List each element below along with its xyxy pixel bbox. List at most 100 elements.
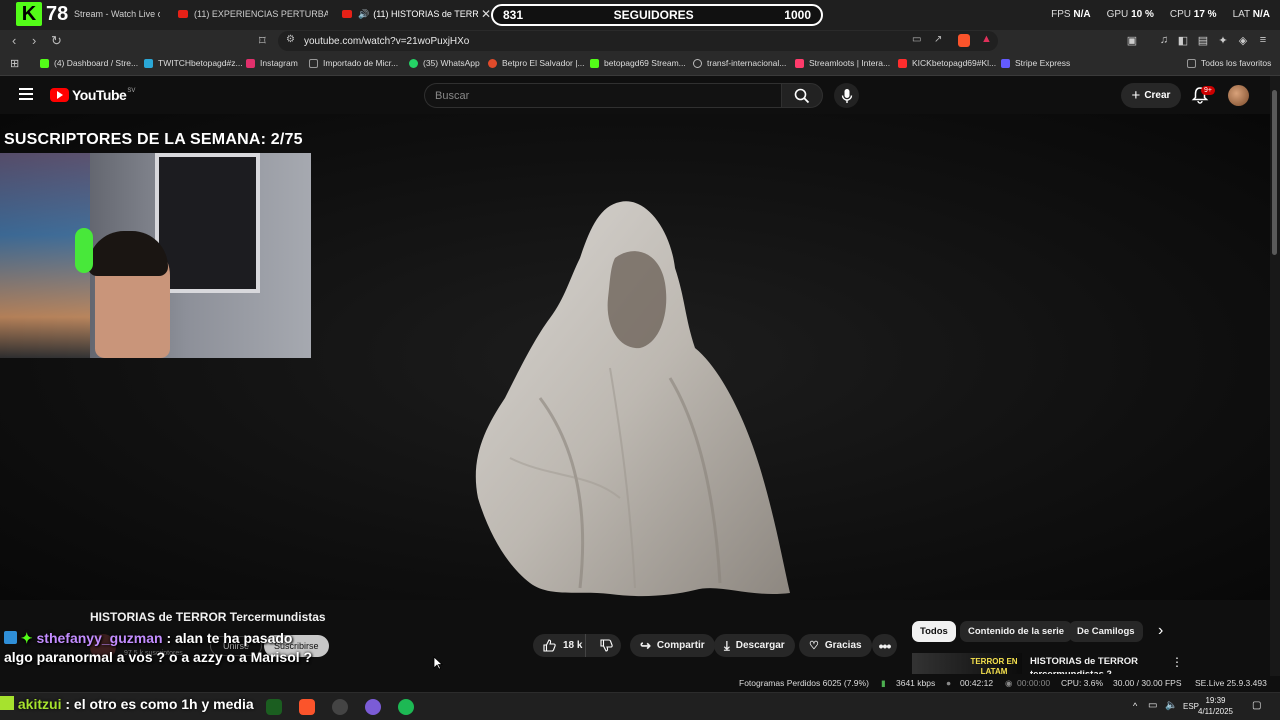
follower-target: 1000 (784, 8, 811, 22)
extensions-icon[interactable]: ✦ (1216, 33, 1230, 47)
bookmark-item[interactable]: betopagd69 Stream... (590, 58, 686, 68)
tab-experiencias[interactable]: (11) EXPERIENCIAS PERTURBADORAS (178, 4, 328, 24)
share-icon[interactable]: ↗ (934, 34, 942, 45)
wallet-icon[interactable]: ▤ (1196, 33, 1210, 47)
back-icon[interactable]: ‹ (12, 33, 16, 48)
bookmark-item[interactable]: Betpro El Salvador |... (488, 58, 585, 68)
forward-icon[interactable]: › (32, 33, 36, 48)
tab-label: (11) EXPERIENCIAS PERTURBADORAS (194, 9, 328, 19)
stream-time: 00:00:00 (1017, 678, 1051, 688)
download-icon: ⤓ (724, 637, 730, 653)
dislike-button[interactable] (592, 634, 622, 657)
tab-historias-active[interactable]: 🔊 (11) HISTORIAS de TERROR T (342, 4, 478, 24)
bookmark-label: TWITCHbetopagd#z... (158, 58, 243, 68)
obs-icon[interactable] (332, 699, 348, 715)
network-icon[interactable]: ▭ (1148, 700, 1157, 711)
thumbs-up-icon (543, 639, 556, 652)
bookmarks-bar: ⊞ (4) Dashboard / Stre... TWITCHbetopagd… (0, 52, 1280, 76)
bookmark-item[interactable]: Importado de Micr... (309, 58, 398, 68)
dropped-frames: Fotogramas Perdidos 6025 (7.9%) (739, 678, 869, 688)
chip-series-content[interactable]: Contenido de la serie (960, 621, 1073, 642)
site-info-icon[interactable]: ⚙ (286, 34, 295, 45)
green-headphones (75, 228, 93, 273)
hamburger-menu-icon[interactable] (19, 88, 33, 100)
lat-stat: LAT N/A (1233, 9, 1270, 20)
spotify-icon[interactable] (398, 699, 414, 715)
bookmark-item[interactable]: TWITCHbetopagd#z... (144, 58, 243, 68)
like-button[interactable]: 18 k (533, 634, 586, 657)
scrollbar-thumb[interactable] (1272, 90, 1277, 255)
clock-time: 19:39 (1205, 696, 1226, 705)
reload-icon[interactable]: ↻ (51, 33, 62, 49)
lat-label: LAT (1232, 9, 1250, 20)
cpu-label: CPU (1169, 9, 1191, 20)
url-field[interactable]: ⚙ youtube.com/watch?v=21woPuxjHXo ▭ ↗ ▲ (278, 31, 998, 51)
share-button[interactable]: ↪ Compartir (630, 634, 715, 657)
nvidia-icon[interactable] (266, 699, 282, 715)
globe-icon (693, 58, 702, 68)
chat-text: : el otro es como 1h y media (61, 696, 254, 712)
webcam-overlay (0, 153, 311, 358)
kick-logo-icon: K (16, 2, 42, 26)
country-code: SV (127, 88, 136, 94)
notification-center-icon[interactable]: ▢ (1252, 700, 1261, 711)
bookmark-favicon-icon (246, 58, 255, 68)
reading-mode-icon[interactable]: ◧ (1176, 33, 1190, 47)
account-avatar[interactable] (1228, 85, 1249, 106)
url-text: youtube.com/watch?v=21woPuxjHXo (304, 35, 470, 47)
youtube-wordmark: YouTube (72, 87, 127, 103)
search-button[interactable] (781, 83, 823, 108)
media-icon[interactable]: ♫ (1157, 33, 1171, 47)
thanks-label: Gracias (824, 640, 862, 651)
bookmark-item[interactable]: Instagram (246, 58, 298, 68)
chip-all[interactable]: Todos (912, 621, 956, 642)
youtube-favicon-icon (178, 10, 188, 18)
brave-rewards-icon[interactable]: ▲ (981, 33, 992, 45)
voice-search-button[interactable] (834, 83, 859, 108)
bookmark-item[interactable]: Streamloots | Intera... (795, 58, 890, 68)
bookmark-item[interactable]: KICKbetopagd69#Kl... (898, 58, 996, 68)
vpn-icon[interactable]: ◈ (1236, 33, 1250, 47)
menu-icon[interactable]: ≡ (1256, 33, 1270, 47)
record-time: 00:42:12 (960, 678, 994, 688)
chip-from-camilogs[interactable]: De Camilogs (1069, 621, 1143, 642)
follower-current: 831 (503, 8, 524, 22)
tray-chevron-icon[interactable]: ^ (1133, 701, 1137, 711)
tab-label: Stream - Watch Live on (74, 9, 160, 19)
apps-grid-icon[interactable]: ⊞ (10, 57, 19, 70)
create-button[interactable]: + Crear (1121, 83, 1181, 108)
more-vertical-icon[interactable]: ⋮ (1171, 655, 1183, 669)
system-clock[interactable]: 19:39 4/11/2025 (1198, 695, 1233, 717)
sidebar-icon[interactable]: ▣ (1125, 33, 1139, 47)
close-tab-icon[interactable]: ✕ (481, 7, 491, 21)
brave-shield-icon[interactable] (958, 34, 970, 47)
bookmark-label: Importado de Micr... (323, 58, 399, 68)
all-favorites-folder[interactable]: Todos los favoritos (1187, 58, 1271, 68)
thanks-button[interactable]: ♡ Gracias (799, 634, 872, 657)
more-actions-button[interactable]: ••• (872, 634, 897, 657)
chevron-right-icon[interactable]: › (1158, 622, 1163, 640)
bookmark-page-icon[interactable]: ⌑ (259, 33, 266, 49)
gpu-label: GPU (1106, 9, 1129, 20)
kick-follower-overlay: K 78 (16, 2, 68, 26)
bookmark-item[interactable]: transf-internacional... (693, 58, 786, 68)
cpu-value: 17 % (1193, 9, 1217, 20)
all-favorites-label: Todos los favoritos (1201, 58, 1272, 68)
notification-count-badge: 9+ (1201, 86, 1215, 95)
bookmark-item[interactable]: (4) Dashboard / Stre... (40, 58, 138, 68)
windows-start-icon[interactable] (0, 696, 14, 710)
search-input[interactable] (424, 83, 782, 108)
brave-browser-icon[interactable] (299, 699, 315, 715)
follower-label: SEGUIDORES (613, 8, 694, 22)
bookmark-item[interactable]: (35) WhatsApp (409, 58, 480, 68)
language-indicator[interactable]: ESP (1183, 702, 1199, 711)
cast-icon[interactable]: ▭ (912, 34, 921, 45)
window-frame (155, 153, 260, 293)
folder-icon (309, 58, 318, 68)
sparkle-badge-icon: ✦ (20, 630, 33, 646)
volume-icon[interactable]: 🔈 (1165, 700, 1177, 711)
youtube-logo[interactable]: YouTube SV (50, 87, 135, 103)
bookmark-item[interactable]: Stripe Express (1001, 58, 1070, 68)
discord-icon[interactable] (365, 699, 381, 715)
download-button[interactable]: ⤓ Descargar (714, 634, 795, 657)
